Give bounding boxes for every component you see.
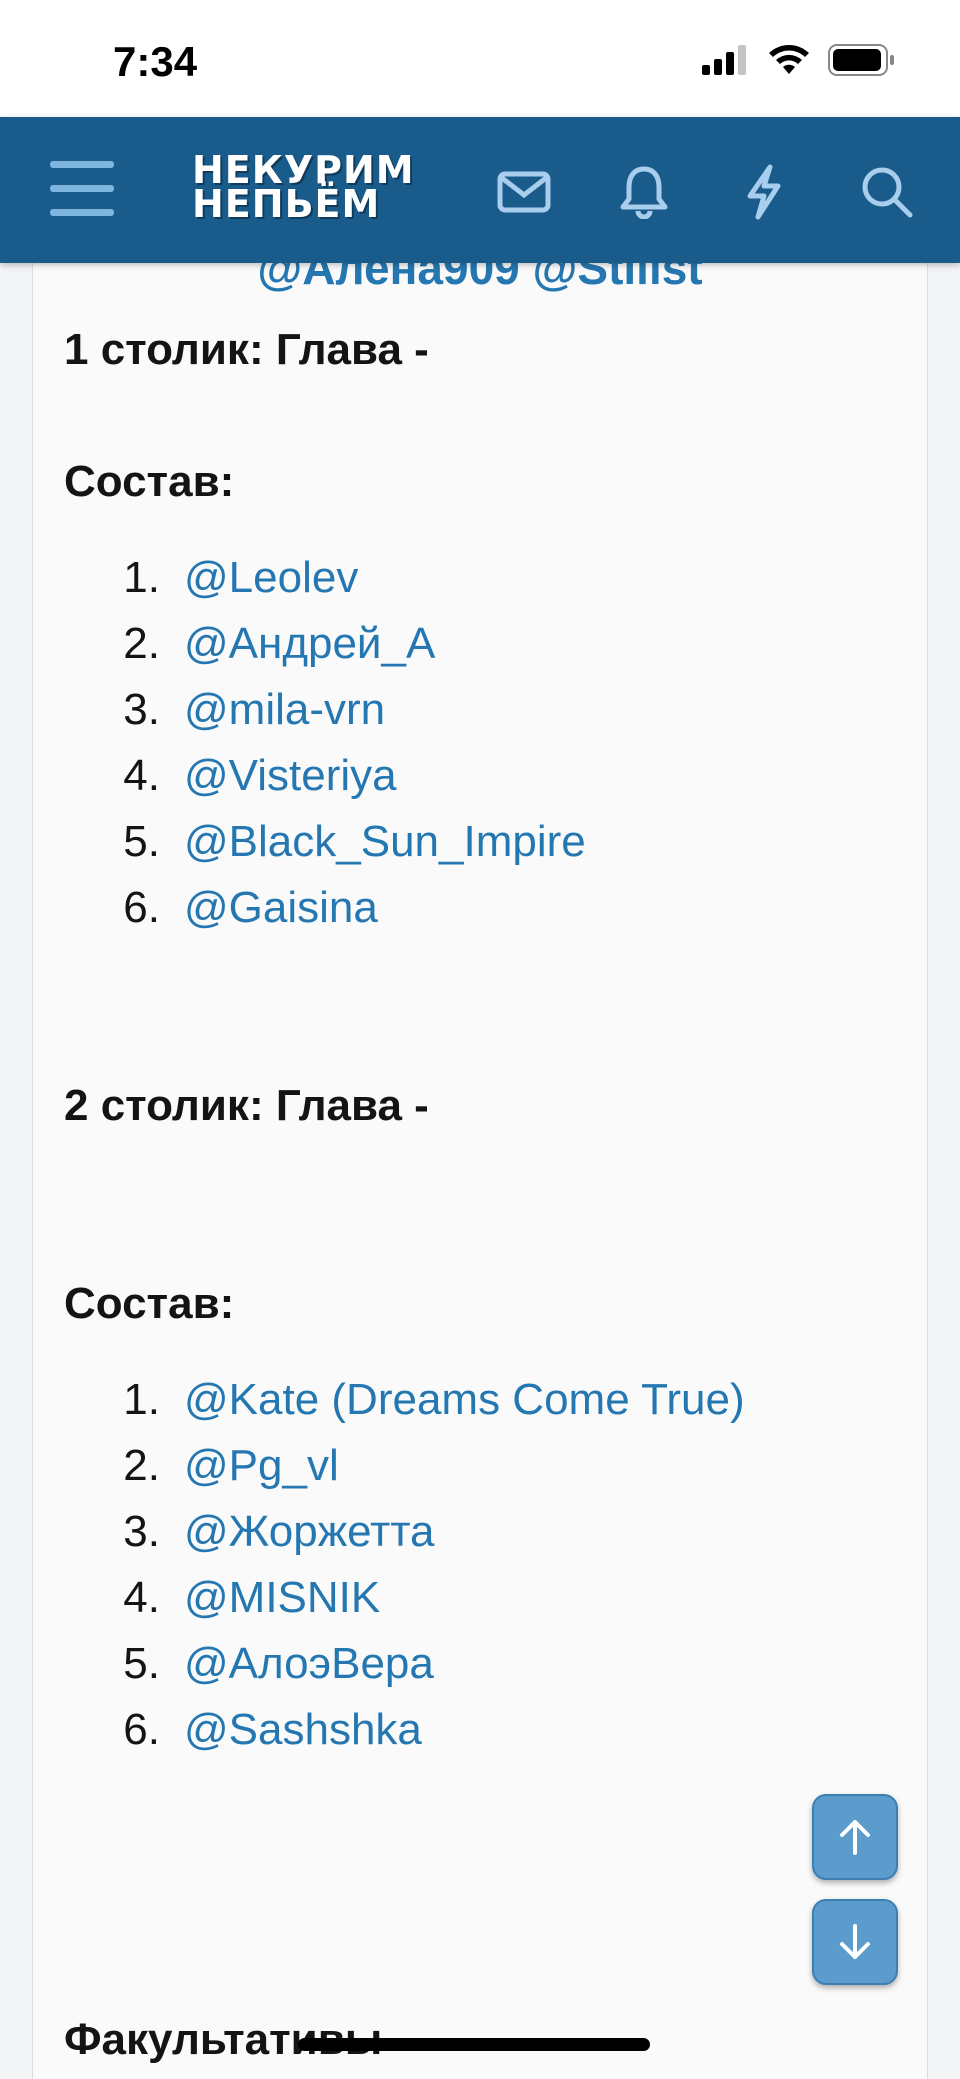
user-mention-link[interactable]: @АлоэВера [184,1639,434,1689]
scroll-bottom-button[interactable] [812,1899,898,1985]
post-content: @Алена909 @Stilist 1 столик: Глава - Сос… [32,263,928,2079]
list-item: 3. @mila-vrn [123,685,386,735]
table-1-members-label: Состав: [64,457,235,506]
user-mention-link[interactable]: @Жоржетта [184,1507,434,1557]
list-item: 2. @Андрей_А [123,619,436,669]
site-header: НЕКУРИМ НЕПЬЁМ [0,117,960,263]
list-item: 5. @Black_Sun_Impire [123,817,586,867]
list-item: 5. @АлоэВера [123,1639,434,1689]
arrow-down-icon [840,1924,870,1959]
battery-icon [828,44,894,76]
user-mention-link[interactable]: @mila-vrn [184,685,385,735]
list-item: 6. @Gaisina [123,883,378,933]
user-mention-link[interactable]: @Kate (Dreams Come True) [184,1375,745,1425]
user-mention-link[interactable]: @Pg_vl [184,1441,339,1491]
search-icon[interactable] [852,157,922,227]
status-time: 7:34 [113,38,198,85]
site-logo[interactable]: НЕКУРИМ НЕПЬЁМ [192,151,415,226]
table-1-members-list: 1. @Leolev 2. @Андрей_А 3. @mila-vrn 4. @Vis… [64,545,586,941]
flash-icon[interactable] [729,157,799,227]
list-item: 4. @Visteriya [123,751,397,801]
user-mention-link[interactable]: @Leolev [184,553,358,603]
signal-icon [702,45,746,75]
table-1-title: 1 столик: Глава - [64,325,429,374]
user-mention-link[interactable]: @Black_Sun_Impire [184,817,586,867]
status-icons [702,44,896,76]
list-item: 1. @Leolev [123,553,359,603]
table-2-title: 2 столик: Глава - [64,1081,429,1130]
user-mention-link[interactable]: @Gaisina [184,883,378,933]
bell-icon[interactable] [609,157,679,227]
user-mention-link[interactable]: @Visteriya [184,751,397,801]
table-2-members-list: 1. @Kate (Dreams Come True) 2. @Pg_vl 3. @Ж… [64,1367,745,1763]
list-item: 4. @MISNIK [123,1573,381,1623]
wifi-icon [769,45,809,74]
menu-icon[interactable] [50,161,114,217]
arrow-up-icon [840,1820,870,1855]
scroll-top-button[interactable] [812,1794,898,1880]
mention-line[interactable]: @Алена909 @Stilist [33,263,927,295]
user-mention-link[interactable]: @Андрей_А [184,619,435,669]
list-item: 6. @Sashshka [123,1705,422,1755]
list-item: 3. @Жоржетта [123,1507,435,1557]
list-item: 1. @Kate (Dreams Come True) [123,1375,745,1425]
status-bar: 7:34 [0,0,960,117]
mail-icon[interactable] [489,157,559,227]
home-indicator [298,2038,650,2051]
user-mention-link[interactable]: @MISNIK [184,1573,380,1623]
table-2-members-label: Состав: [64,1279,235,1328]
list-item: 2. @Pg_vl [123,1441,339,1491]
user-mention-link[interactable]: @Sashshka [184,1705,422,1755]
logo-line-2: НЕПЬЁМ [192,182,381,226]
